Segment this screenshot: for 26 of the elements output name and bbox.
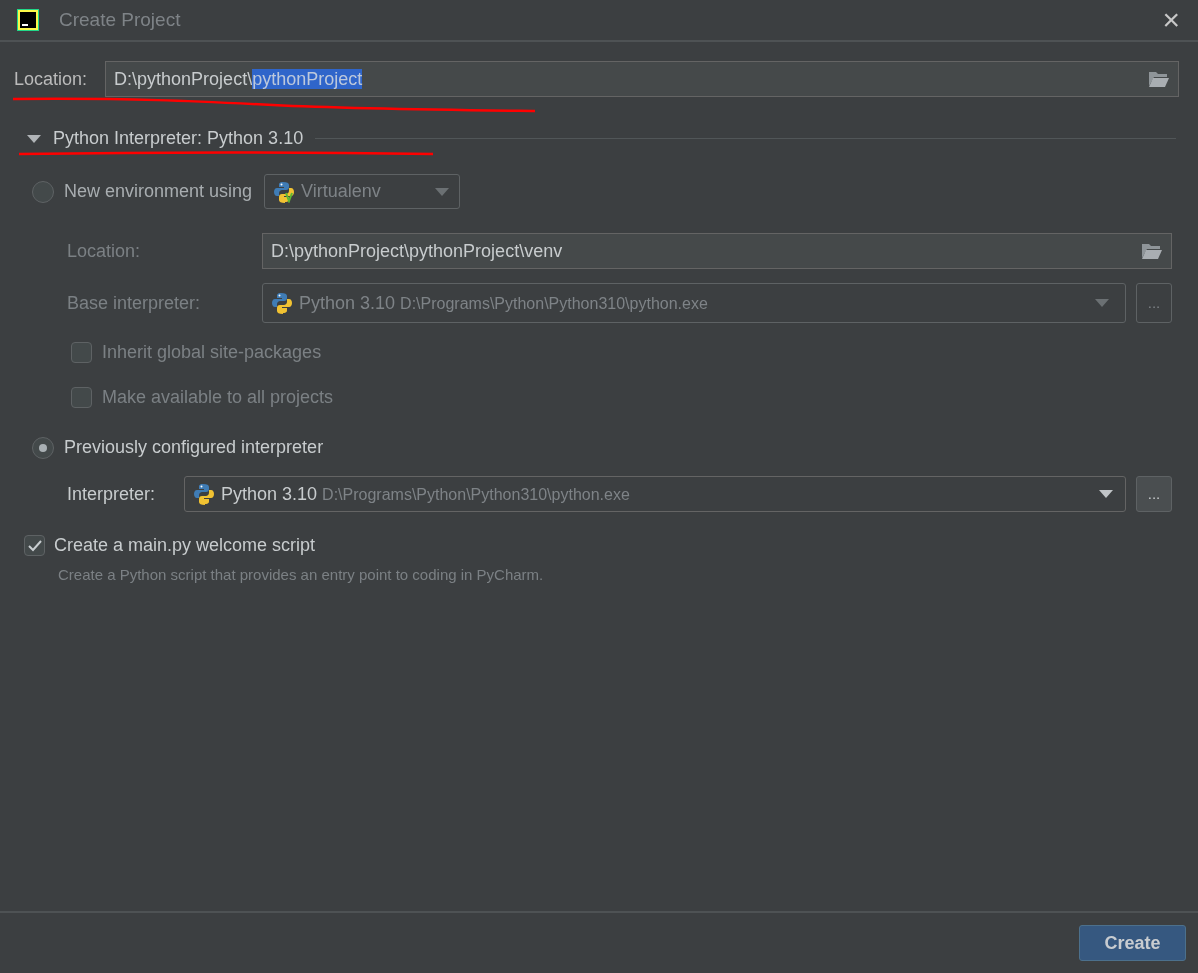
close-button[interactable]: ×: [1162, 5, 1180, 35]
field-label: Interpreter:: [67, 482, 157, 506]
section-title[interactable]: Python Interpreter: Python 3.10: [53, 125, 304, 152]
interpreter-dropdown[interactable]: Python 3.10 D:\Programs\Python\Python310\python.exe: [184, 476, 1126, 512]
dropdown-caret-icon: [1099, 490, 1113, 498]
python-venv-icon: [273, 180, 296, 203]
python-icon: [271, 292, 293, 314]
expand-triangle-icon[interactable]: [27, 133, 41, 144]
field-label: Location:: [14, 67, 88, 91]
radio-label[interactable]: Previously configured interpreter: [64, 434, 324, 461]
location-field[interactable]: D:\pythonProject\pythonProject: [105, 61, 1179, 97]
field-label: Location:: [67, 239, 142, 263]
checkbox-label[interactable]: Create a main.py welcome script: [54, 532, 316, 559]
field-label: Base interpreter:: [67, 291, 202, 315]
folder-icon[interactable]: [1148, 70, 1170, 88]
dropdown-caret-icon: [435, 187, 450, 196]
checkbox-description: Create a Python script that provides an entry point to coding in PyCharm.: [57, 565, 545, 585]
browse-button[interactable]: ...: [1136, 476, 1172, 512]
window-title: Create Project: [59, 7, 181, 32]
folder-icon[interactable]: [1141, 242, 1163, 260]
checkbox[interactable]: [24, 535, 45, 556]
create-button[interactable]: Create: [1079, 925, 1186, 961]
app-logo-icon: [17, 9, 39, 31]
dropdown-caret-icon: [1095, 299, 1109, 307]
python-icon: [193, 483, 215, 505]
radio-button[interactable]: [32, 436, 54, 459]
